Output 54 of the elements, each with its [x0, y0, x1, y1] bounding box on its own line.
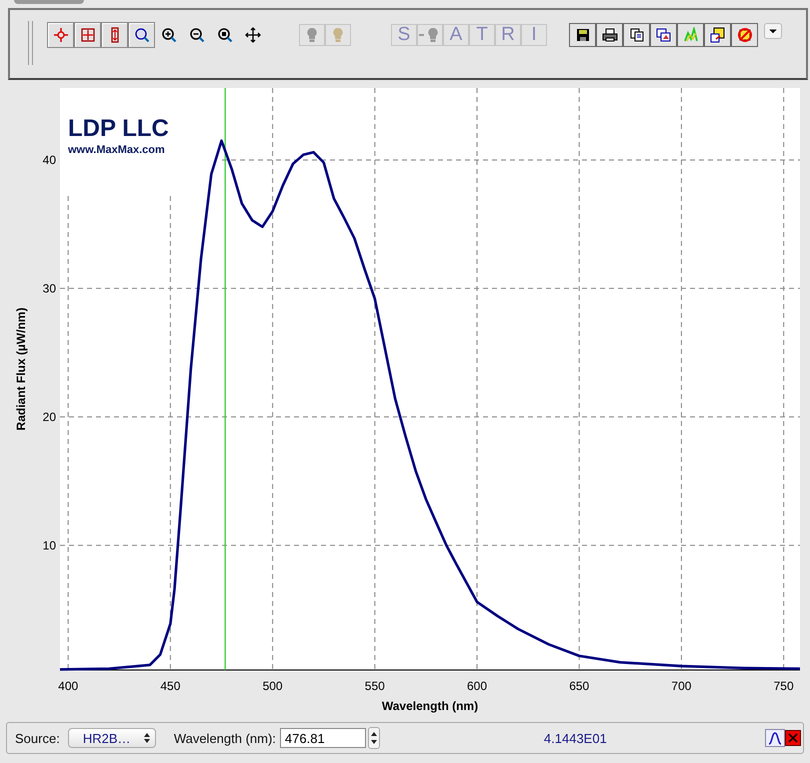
crosshair-box-icon	[80, 27, 96, 43]
crosshair-icon	[52, 27, 68, 43]
x-tick-label: 700	[671, 679, 692, 693]
save-button[interactable]	[569, 23, 596, 47]
peak-button[interactable]	[765, 729, 785, 747]
stepper-icon	[142, 732, 151, 744]
source-label: Source:	[15, 730, 60, 746]
copy-icon	[628, 27, 644, 43]
graph-button[interactable]	[677, 23, 704, 47]
x-tick-label: 450	[160, 679, 180, 693]
toolbar-grip[interactable]	[28, 21, 33, 65]
zoom-out-icon	[189, 27, 205, 43]
x-tick-label: 500	[262, 679, 283, 693]
print-button[interactable]	[596, 23, 623, 47]
x-tick-label: 550	[364, 679, 385, 693]
wavelength-field[interactable]: 476.81	[280, 728, 366, 748]
line-graph-icon	[682, 27, 698, 43]
stop-button[interactable]	[731, 23, 758, 47]
wavelength-spinner[interactable]	[368, 727, 380, 749]
magnifier-button[interactable]	[128, 22, 155, 48]
move-icon	[245, 27, 261, 43]
save-icon	[574, 27, 590, 43]
stop-icon	[736, 27, 752, 43]
crosshair-button[interactable]	[47, 22, 74, 48]
logo-url: www.MaxMax.com	[68, 144, 165, 156]
x-tick-label: 600	[467, 679, 488, 693]
window-button[interactable]	[650, 23, 677, 47]
wavelength-label: Wavelength (nm):	[174, 730, 276, 746]
windows-icon	[656, 27, 672, 43]
source-select[interactable]: HR2B…	[68, 728, 156, 748]
printer-icon	[602, 27, 618, 43]
export-icon	[710, 27, 726, 43]
zoom-in-icon	[161, 27, 177, 43]
y-tick-label: 20	[42, 410, 56, 424]
logo-title: LDP LLC	[68, 115, 169, 142]
export-button[interactable]	[704, 23, 731, 47]
copy-button[interactable]	[623, 23, 650, 47]
x-axis-title: Wavelength (nm)	[382, 699, 478, 713]
x-tick-label: 400	[58, 679, 78, 693]
vertical-range-button[interactable]	[101, 22, 128, 48]
close-icon	[788, 733, 798, 743]
magnifier-icon	[134, 27, 150, 43]
flux-reading: 4.1443E01	[544, 730, 607, 746]
y-tick-label: 10	[42, 538, 56, 552]
y-tick-label: 30	[42, 281, 56, 296]
x-tick-label: 650	[569, 679, 590, 693]
dropdown-button[interactable]	[764, 23, 782, 39]
close-button[interactable]	[785, 730, 801, 746]
crosshair-box-button[interactable]	[74, 22, 101, 48]
peak-icon	[768, 731, 782, 745]
y-axis-title: Radiant Flux (µW/nm)	[14, 308, 28, 430]
x-tick-label: 750	[774, 679, 794, 693]
zoom-reset-icon	[217, 27, 233, 43]
y-tick-label: 40	[42, 152, 56, 167]
